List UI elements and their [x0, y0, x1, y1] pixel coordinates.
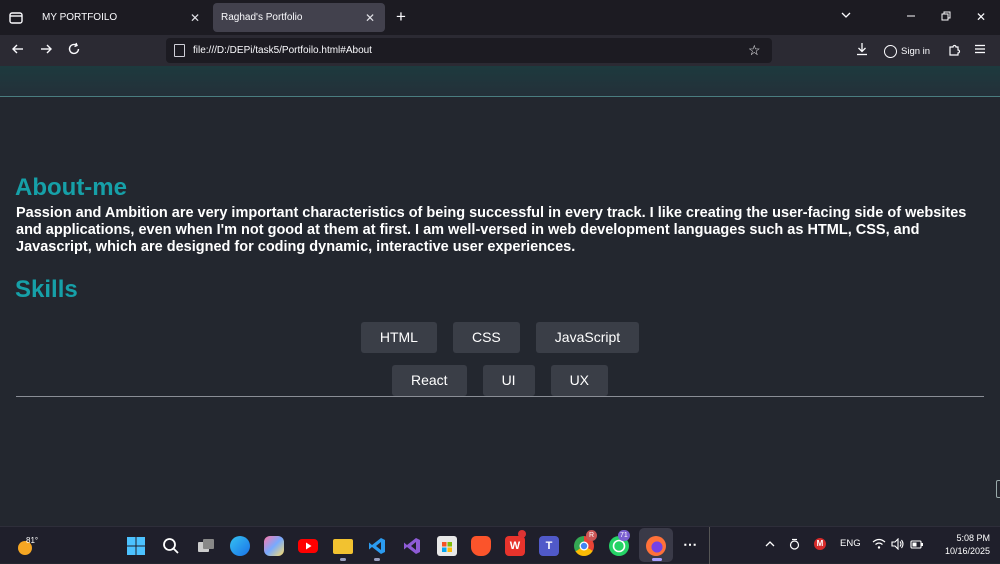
edge-icon[interactable]: [230, 536, 250, 556]
wps-office-icon[interactable]: W: [505, 536, 525, 556]
scrollbar-thumb[interactable]: [996, 480, 1000, 498]
chrome-profile-badge: R: [586, 530, 597, 541]
restore-button[interactable]: [936, 8, 956, 26]
skill-ui: UI: [482, 365, 535, 396]
file-explorer-icon[interactable]: [333, 539, 353, 554]
clock-date: 10/16/2025: [944, 546, 990, 556]
running-indicator: [340, 558, 346, 561]
site-header: [0, 66, 1000, 97]
skills-row-1: HTML CSS JavaScript: [0, 322, 1000, 353]
language-indicator[interactable]: ENG: [840, 538, 861, 549]
sign-in-button[interactable]: Sign in: [880, 40, 934, 62]
close-tab-icon[interactable]: ✕: [188, 11, 202, 25]
more-apps-icon[interactable]: ⋯: [680, 536, 700, 556]
reload-icon[interactable]: [64, 41, 84, 61]
close-window-button[interactable]: ✕: [971, 8, 991, 26]
taskbar-clock[interactable]: 5:08 PM 10/16/2025: [934, 532, 990, 558]
weather-temp: 81°: [26, 536, 39, 545]
antivirus-tray-icon[interactable]: M: [814, 538, 826, 550]
skill-javascript: JavaScript: [535, 322, 640, 353]
wifi-icon[interactable]: [872, 538, 886, 553]
address-bar[interactable]: file:///D:/DEPi/task5/Portfoilo.html#Abo…: [166, 38, 772, 63]
tab-overflow-chevron-icon[interactable]: [836, 8, 856, 26]
whatsapp-unread-badge: 71: [618, 530, 630, 541]
running-indicator: [374, 558, 380, 561]
tab-list-icon: [9, 12, 23, 24]
visual-studio-icon[interactable]: [402, 536, 422, 556]
teams-icon[interactable]: T: [539, 536, 559, 556]
wps-badge-dot: [518, 530, 526, 538]
skill-ux: UX: [550, 365, 609, 396]
account-icon: [884, 44, 897, 58]
windows-taskbar: 81° W T R 71 ⋯ M ENG 5:08 PM 10/16/2025: [0, 526, 1000, 564]
skills-heading: Skills: [15, 276, 78, 303]
brave-icon[interactable]: [471, 536, 491, 556]
copilot-icon[interactable]: [264, 536, 284, 556]
show-hidden-icons-chevron-icon[interactable]: [764, 538, 776, 553]
close-tab-icon[interactable]: ✕: [363, 11, 377, 25]
active-window-indicator: [652, 558, 662, 561]
url-text[interactable]: file:///D:/DEPi/task5/Portfoilo.html#Abo…: [193, 45, 748, 56]
taskbar-separator: [709, 527, 710, 564]
vs-code-icon[interactable]: [367, 536, 387, 556]
tab-strip: MY PORTFOILO ✕ Raghad's Portfolio ✕ + ✕: [0, 0, 1000, 35]
battery-icon[interactable]: [910, 538, 924, 553]
navigation-toolbar: file:///D:/DEPi/task5/Portfoilo.html#Abo…: [0, 35, 1000, 66]
sign-in-label: Sign in: [901, 45, 931, 57]
skills-row-2: React UI UX: [0, 365, 1000, 396]
minimize-button[interactable]: [901, 8, 921, 26]
skill-html: HTML: [360, 322, 437, 353]
sync-icon[interactable]: [788, 538, 801, 554]
skill-css: CSS: [452, 322, 520, 353]
firefox-icon[interactable]: [646, 536, 666, 556]
tab-my-portfoilo[interactable]: MY PORTFOILO ✕: [34, 3, 210, 32]
new-tab-button[interactable]: +: [392, 8, 410, 26]
section-divider: [16, 396, 984, 397]
page-viewport: About-me Passion and Ambition are very i…: [0, 66, 1000, 526]
page-icon: [174, 44, 185, 57]
windows-start-icon[interactable]: [126, 536, 146, 556]
list-all-tabs-button[interactable]: [6, 8, 26, 28]
downloads-icon[interactable]: [852, 41, 872, 61]
tab-raghads-portfolio[interactable]: Raghad's Portfolio ✕: [213, 3, 385, 32]
menu-hamburger-icon[interactable]: [970, 41, 990, 61]
clock-time: 5:08 PM: [956, 533, 990, 543]
about-heading: About-me: [15, 174, 127, 201]
bookmark-star-icon[interactable]: ☆: [748, 42, 764, 59]
tab-title: Raghad's Portfolio: [221, 12, 303, 23]
task-view-icon[interactable]: [196, 536, 216, 556]
forward-arrow-icon[interactable]: [36, 41, 56, 61]
tab-title: MY PORTFOILO: [42, 12, 118, 23]
search-icon[interactable]: [161, 536, 181, 556]
youtube-icon[interactable]: [298, 539, 318, 553]
store-icon[interactable]: [437, 536, 457, 556]
weather-widget[interactable]: 81°: [16, 535, 40, 557]
extensions-icon[interactable]: [944, 41, 964, 61]
back-arrow-icon[interactable]: [8, 41, 28, 61]
volume-icon[interactable]: [891, 537, 905, 553]
about-text: Passion and Ambition are very important …: [16, 205, 967, 255]
skill-react: React: [391, 365, 467, 396]
